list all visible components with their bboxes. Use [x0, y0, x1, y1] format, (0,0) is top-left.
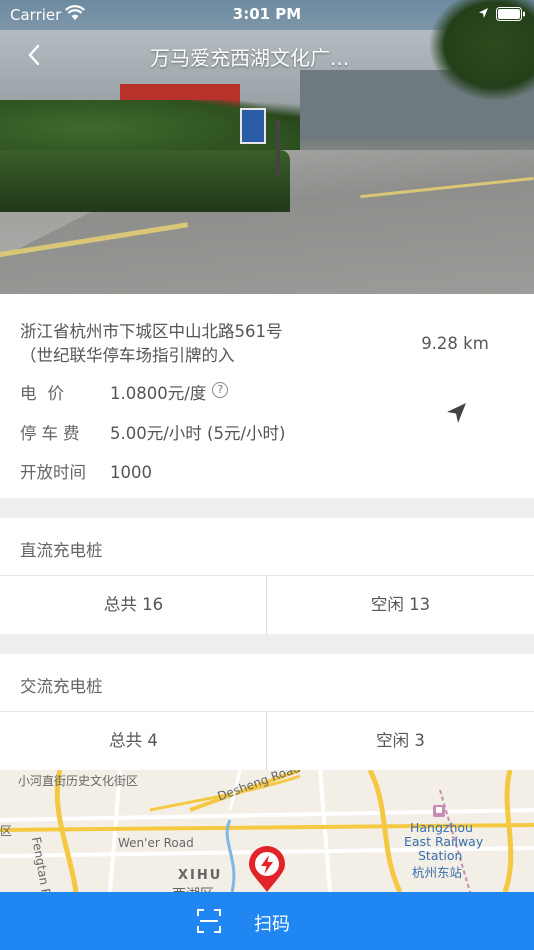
status-bar: Carrier 3:01 PM [0, 0, 534, 28]
dc-charger-title: 直流充电桩 [20, 541, 103, 560]
dc-total-count: 总共 16 [103, 595, 164, 614]
station-address: 浙江省杭州市下城区中山北路561号（世纪联华停车场指引牌的入 [20, 322, 283, 365]
parking-fee-value: 5.00元/小时 (5元/小时) [110, 424, 286, 443]
station-info-card: 浙江省杭州市下城区中山北路561号（世纪联华停车场指引牌的入 9.28 km 电… [0, 294, 534, 498]
ac-charger-counts: 总共 4 空闲 3 [0, 712, 534, 770]
ac-charger-title: 交流充电桩 [20, 677, 103, 696]
map-label-xihu: XIHU [178, 868, 223, 883]
opening-hours-row: 开放时间 1000 [20, 459, 152, 483]
price-value: 1.0800元/度 [110, 384, 207, 403]
map-label-xihu-cn: 西湖区 [172, 884, 214, 892]
parking-fee-row: 停车费 5.00元/小时 (5元/小时) [20, 420, 285, 444]
help-icon[interactable]: ? [212, 382, 229, 398]
price-label: 电价 [20, 384, 75, 403]
map-label-edge: 区 [0, 824, 13, 838]
map-label-hangzhou: Hangzhou [410, 820, 473, 835]
page-title: 万马爱充西湖文化广... [150, 46, 350, 70]
dc-charger-header: 直流充电桩 [0, 518, 534, 576]
map-label-station-cn: 杭州东站 [412, 865, 463, 880]
nav-bar: 万马爱充西湖文化广... [0, 36, 534, 76]
railway-station-icon [433, 805, 445, 817]
price-row: 电价 1.0800元/度? [20, 380, 229, 404]
scan-label: 扫码 [254, 914, 290, 935]
ac-charger-header: 交流充电桩 [0, 654, 534, 712]
scan-button[interactable]: 扫码 [0, 892, 534, 950]
opening-hours-value: 1000 [110, 463, 152, 482]
station-map[interactable]: 小河直街历史文化街区 Desheng Road 区 Fengtan Road W… [0, 770, 534, 892]
opening-hours-label: 开放时间 [20, 463, 86, 482]
clock: 3:01 PM [232, 5, 302, 23]
station-photo: Carrier 3:01 PM 万马爱充西湖文化广... [0, 0, 534, 294]
dc-charger-counts: 总共 16 空闲 13 [0, 576, 534, 634]
parking-fee-label: 停车费 [20, 424, 85, 443]
navigation-arrow-icon[interactable] [444, 400, 470, 426]
back-chevron-icon[interactable] [22, 40, 48, 70]
location-services-icon [479, 8, 488, 18]
map-label-district: 小河直街历史文化街区 [18, 774, 139, 788]
station-distance: 9.28 km [421, 334, 489, 353]
dc-idle-count: 空闲 13 [370, 595, 431, 614]
ac-total-count: 总共 4 [109, 731, 158, 750]
ac-idle-count: 空闲 3 [376, 731, 425, 750]
map-label-east-railway: East Railway [404, 834, 484, 849]
map-label-station: Station [418, 848, 463, 863]
scan-icon [197, 909, 221, 933]
battery-icon [496, 7, 525, 21]
charging-pin-icon[interactable] [246, 846, 288, 892]
map-label-wener-road: Wen'er Road [118, 836, 194, 850]
station-detail-page: Carrier 3:01 PM 万马爱充西湖文化广... 浙江省杭州市下城区中山… [0, 0, 534, 950]
